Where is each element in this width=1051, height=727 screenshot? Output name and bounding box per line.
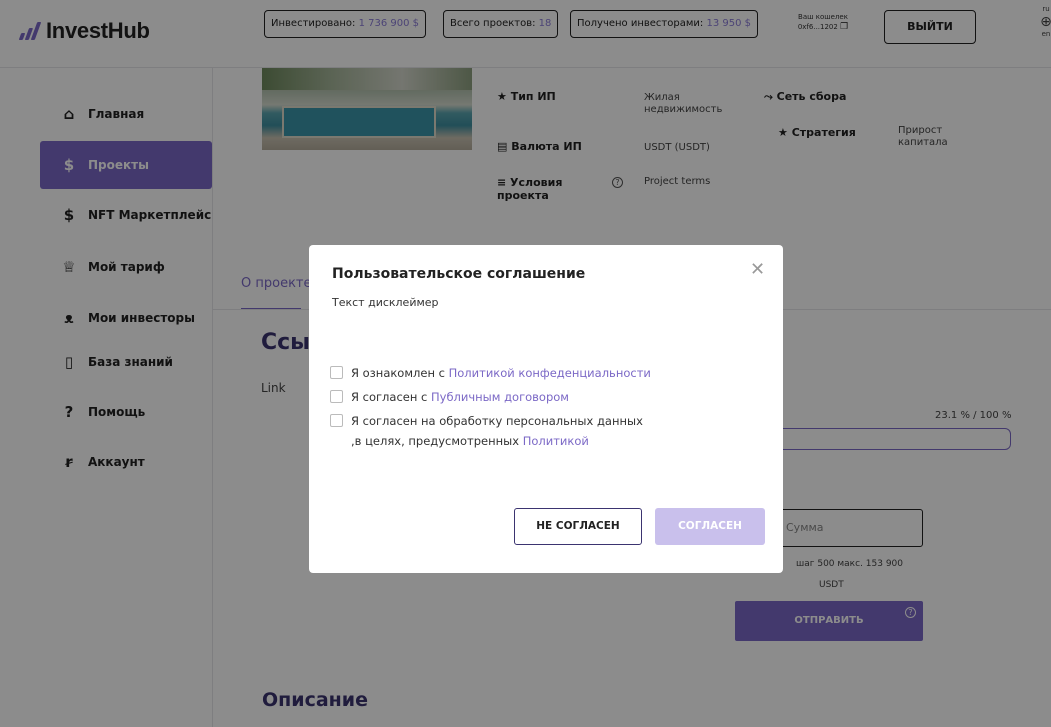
checkbox-privacy-label: Я ознакомлен с Политикой конфеденциально… xyxy=(351,366,651,380)
policy-link[interactable]: Политикой xyxy=(523,434,589,448)
agreement-modal: Пользовательское соглашение ✕ Текст диск… xyxy=(309,245,783,573)
modal-subtitle: Текст дисклеймер xyxy=(332,296,439,309)
modal-title: Пользовательское соглашение xyxy=(332,266,586,282)
checkbox-contract-row[interactable]: Я согласен с Публичным договором xyxy=(330,387,569,407)
close-icon[interactable]: ✕ xyxy=(750,261,765,279)
public-contract-link[interactable]: Публичным договором xyxy=(431,390,569,404)
agree-button[interactable]: СОГЛАСЕН xyxy=(655,508,765,545)
checkbox-personal-data-label: Я согласен на обработку персональных дан… xyxy=(351,414,643,448)
checkbox-contract-label: Я согласен с Публичным договором xyxy=(351,390,569,404)
privacy-policy-link[interactable]: Политикой конфеденциальности xyxy=(449,366,651,380)
checkbox-privacy[interactable] xyxy=(330,366,343,379)
disagree-button[interactable]: НЕ СОГЛАСЕН xyxy=(514,508,642,545)
checkbox-personal-data-row[interactable]: Я согласен на обработку персональных дан… xyxy=(330,411,650,451)
checkbox-contract[interactable] xyxy=(330,390,343,403)
checkbox-personal-data[interactable] xyxy=(330,414,343,427)
checkbox-privacy-row[interactable]: Я ознакомлен с Политикой конфеденциально… xyxy=(330,363,651,383)
